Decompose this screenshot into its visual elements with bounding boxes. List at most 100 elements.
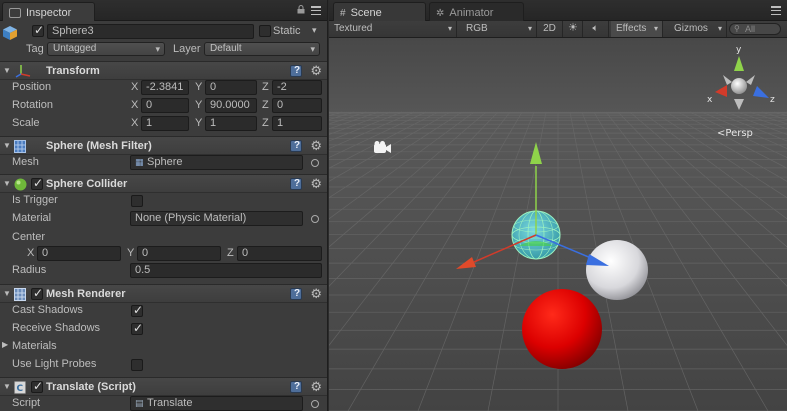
collapse-arrow-icon[interactable]: ▼	[3, 141, 11, 150]
scene-canvas[interactable]: y x z <Persp	[329, 38, 787, 411]
object-active-checkbox[interactable]	[32, 23, 44, 37]
receive-shadows-checkbox[interactable]	[131, 321, 143, 335]
help-icon[interactable]	[290, 381, 302, 393]
tab-inspector[interactable]: Inspector	[2, 2, 95, 21]
tab-animator[interactable]: ✲ Animator	[429, 2, 524, 21]
physic-material-field[interactable]: None (Physic Material)	[130, 211, 303, 226]
tag-dropdown[interactable]: Untagged	[47, 42, 165, 56]
script-row: Script ▤ Translate	[0, 395, 327, 411]
gear-icon[interactable]: ⚙	[310, 380, 322, 393]
axis-x-label[interactable]: X	[131, 99, 138, 111]
shading-mode-dropdown[interactable]: Textured	[329, 21, 457, 37]
rotation-z-field[interactable]: 0	[272, 98, 322, 113]
help-icon[interactable]	[290, 288, 302, 300]
axis-x-label[interactable]: X	[27, 247, 34, 259]
rotation-x-field[interactable]: 0	[141, 98, 189, 113]
render-mode-dropdown[interactable]: RGB	[461, 21, 537, 37]
help-icon[interactable]	[290, 178, 302, 190]
gear-icon[interactable]: ⚙	[310, 139, 322, 152]
panel-menu-icon[interactable]	[311, 6, 321, 15]
cast-shadows-checkbox[interactable]	[131, 303, 143, 317]
gear-icon[interactable]: ⚙	[310, 64, 322, 77]
gizmos-dropdown[interactable]: Gizmos	[669, 21, 727, 37]
script-asset-icon: ▤	[135, 398, 144, 408]
help-icon[interactable]	[290, 140, 302, 152]
gizmo-y-label: y	[736, 45, 742, 55]
axis-z-label[interactable]: Z	[227, 247, 234, 259]
position-y-field[interactable]: 0	[205, 80, 257, 95]
scene-viewport[interactable]: y x z <Persp	[329, 38, 787, 411]
mesh-value: Sphere	[147, 156, 183, 168]
mesh-renderer-header[interactable]: ▼ Mesh Renderer ⚙	[0, 284, 327, 303]
materials-label[interactable]: Materials	[12, 340, 57, 352]
animator-icon: ✲	[436, 7, 445, 19]
cast-shadows-row: Cast Shadows	[0, 302, 327, 320]
2d-toggle[interactable]: 2D	[537, 21, 563, 37]
effects-dropdown[interactable]: Effects	[611, 21, 663, 37]
transform-header[interactable]: ▼ Transform ⚙	[0, 61, 327, 80]
axis-y-label[interactable]: Y	[127, 247, 134, 259]
use-light-probes-checkbox[interactable]	[131, 359, 143, 371]
position-row: Position X -2.3841 Y 0 Z -2	[0, 79, 327, 97]
center-z-field[interactable]: 0	[237, 246, 322, 261]
object-picker-icon[interactable]	[311, 400, 319, 408]
radius-field[interactable]: 0.5	[130, 263, 322, 278]
object-picker-icon[interactable]	[311, 159, 319, 167]
collider-material-row: Material None (Physic Material)	[0, 210, 327, 228]
translate-script-header[interactable]: ▼ C Translate (Script) ⚙	[0, 377, 327, 396]
translate-script-enabled-checkbox[interactable]	[31, 379, 43, 393]
axis-z-label[interactable]: Z	[262, 99, 269, 111]
materials-row[interactable]: ▶ Materials	[0, 338, 327, 356]
svg-text:C: C	[17, 384, 24, 394]
panel-menu-icon[interactable]	[771, 6, 781, 15]
scene-tab-label: Scene	[350, 7, 382, 19]
mesh-object-field[interactable]: ▦ Sphere	[130, 155, 303, 170]
script-icon: C	[14, 381, 26, 394]
expand-arrow-icon[interactable]: ▶	[2, 340, 8, 349]
position-z-field[interactable]: -2	[272, 80, 322, 95]
mesh-renderer-enabled-checkbox[interactable]	[31, 286, 43, 300]
projection-label[interactable]: <Persp	[717, 128, 753, 139]
axis-x-label[interactable]: X	[131, 117, 138, 129]
lock-icon[interactable]	[297, 5, 305, 14]
sphere-collider-enabled-checkbox[interactable]	[31, 176, 43, 190]
center-x-field[interactable]: 0	[37, 246, 121, 261]
position-x-field[interactable]: -2.3841	[141, 80, 189, 95]
red-sphere[interactable]	[522, 289, 602, 369]
white-sphere[interactable]	[586, 240, 648, 300]
tab-scene[interactable]: # Scene	[333, 2, 426, 21]
mesh-filter-header[interactable]: ▼ Sphere (Mesh Filter) ⚙	[0, 136, 327, 155]
collapse-arrow-icon[interactable]: ▼	[3, 179, 11, 188]
center-y-field[interactable]: 0	[137, 246, 221, 261]
inspector-panel: Inspector Sphere3 Static ▾ Tag Untagged …	[0, 0, 328, 411]
scene-audio-icon[interactable]: 🔈︎	[583, 21, 609, 37]
scale-y-field[interactable]: 1	[205, 116, 257, 131]
axis-y-label[interactable]: Y	[195, 99, 202, 111]
axis-z-label[interactable]: Z	[262, 81, 269, 93]
rotation-y-field[interactable]: 90.0000	[205, 98, 257, 113]
object-picker-icon[interactable]	[311, 215, 319, 223]
layer-dropdown[interactable]: Default	[204, 42, 320, 56]
axis-z-label[interactable]: Z	[262, 117, 269, 129]
is-trigger-checkbox[interactable]	[131, 195, 143, 207]
gear-icon[interactable]: ⚙	[310, 177, 322, 190]
axis-y-label[interactable]: Y	[195, 117, 202, 129]
collapse-arrow-icon[interactable]: ▼	[3, 66, 11, 75]
scale-x-field[interactable]: 1	[141, 116, 189, 131]
help-icon[interactable]	[290, 65, 302, 77]
axis-y-label[interactable]: Y	[195, 81, 202, 93]
object-name-field[interactable]: Sphere3	[47, 24, 254, 39]
gear-icon[interactable]: ⚙	[310, 287, 322, 300]
script-object-field[interactable]: ▤ Translate	[130, 396, 303, 411]
scale-z-field[interactable]: 1	[272, 116, 322, 131]
collapse-arrow-icon[interactable]: ▼	[3, 382, 11, 391]
collapse-arrow-icon[interactable]: ▼	[3, 289, 11, 298]
layer-label: Layer	[173, 43, 201, 55]
static-checkbox[interactable]	[259, 25, 271, 37]
gizmo-center-cube[interactable]	[731, 78, 747, 94]
axis-x-label[interactable]: X	[131, 81, 138, 93]
scene-lighting-icon[interactable]: ☀	[563, 21, 583, 37]
sphere-collider-header[interactable]: ▼ Sphere Collider ⚙	[0, 174, 327, 193]
scene-search-input[interactable]: ⚲ All	[729, 23, 781, 35]
static-dropdown-arrow-icon[interactable]: ▾	[312, 25, 317, 36]
